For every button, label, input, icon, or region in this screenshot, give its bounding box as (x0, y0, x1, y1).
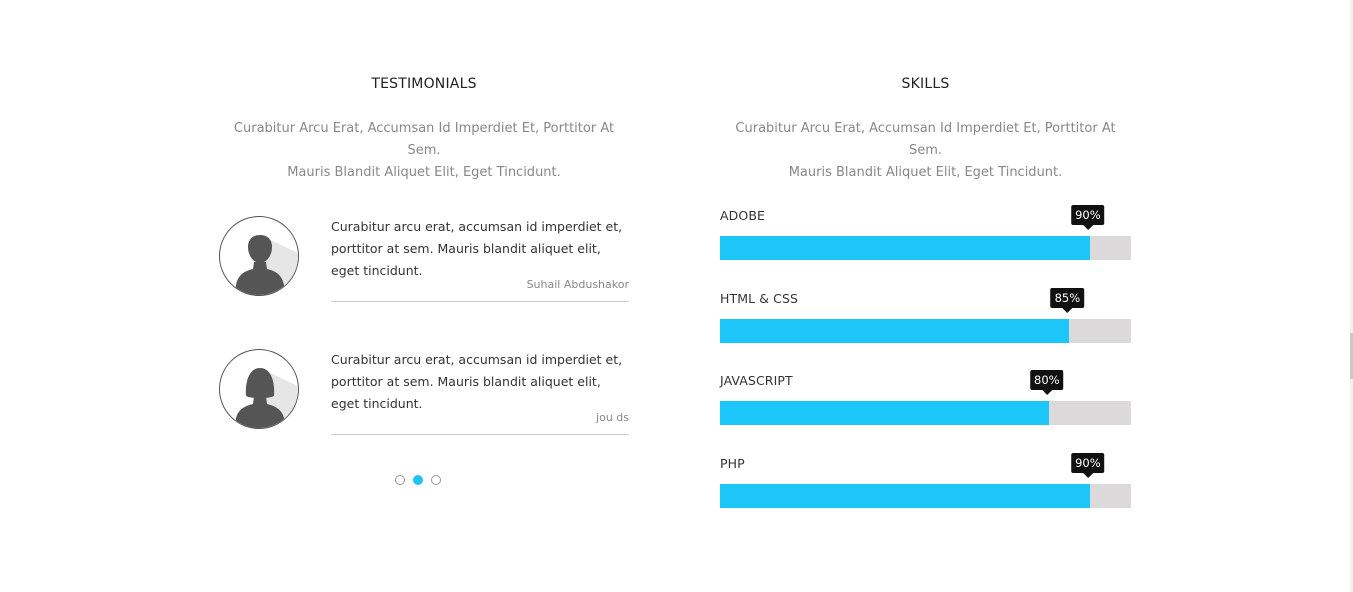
skill-progress-fill (720, 236, 1090, 260)
pagination-dot-1[interactable] (395, 475, 405, 485)
skill-label: HTML & CSS (720, 291, 799, 306)
skill-percent-badge: 90% (1071, 453, 1105, 478)
skill-percent-badge: 80% (1030, 370, 1064, 395)
testimonials-title: TESTIMONIALS (371, 76, 477, 92)
skill-progress-track (720, 236, 1131, 260)
testimonial-pagination (395, 475, 449, 485)
skills-description: Curabitur Arcu Erat, Accumsan Id Imperdi… (720, 118, 1131, 184)
skill-progress-fill (720, 484, 1090, 508)
page: TESTIMONIALS Curabitur Arcu Erat, Accums… (0, 0, 1353, 592)
pagination-dot-2[interactable] (413, 475, 423, 485)
female-user-icon (219, 349, 299, 429)
testimonial-divider (331, 301, 629, 302)
skills-description-line2: Mauris Blandit Aliquet Elit, Eget Tincid… (788, 165, 1063, 180)
testimonials-description: Curabitur Arcu Erat, Accumsan Id Imperdi… (219, 118, 629, 184)
skill-progress-track (720, 319, 1131, 343)
skill-progress-fill (720, 401, 1049, 425)
skill-label: ADOBE (720, 208, 765, 223)
male-user-icon (219, 216, 299, 296)
testimonial-author: jou ds (596, 411, 629, 424)
skill-label: JAVASCRIPT (720, 373, 793, 388)
skills-description-line1: Curabitur Arcu Erat, Accumsan Id Imperdi… (735, 121, 1116, 158)
skill-percent-badge: 90% (1071, 205, 1105, 230)
skill-item-html-css: HTML & CSS 85% (720, 288, 1131, 351)
skill-progress-track (720, 401, 1131, 425)
skill-item-adobe: ADOBE 90% (720, 205, 1131, 268)
skill-percent-badge: 85% (1050, 288, 1085, 313)
testimonial-item: Curabitur arcu erat, accumsan id imperdi… (219, 216, 629, 306)
skill-item-php: PHP 90% (720, 453, 1131, 516)
skills-title: SKILLS (901, 76, 950, 92)
skill-item-javascript: JAVASCRIPT 80% (720, 370, 1131, 433)
testimonial-item: Curabitur arcu erat, accumsan id imperdi… (219, 349, 629, 439)
testimonial-quote: Curabitur arcu erat, accumsan id imperdi… (331, 219, 623, 278)
testimonials-description-line1: Curabitur Arcu Erat, Accumsan Id Imperdi… (233, 121, 615, 158)
testimonial-divider (331, 434, 629, 435)
testimonial-author: Suhail Abdushakor (526, 278, 629, 291)
pagination-dot-3[interactable] (431, 475, 441, 485)
skill-progress-fill (720, 319, 1070, 343)
testimonial-quote: Curabitur arcu erat, accumsan id imperdi… (331, 352, 623, 411)
skill-label: PHP (720, 456, 745, 471)
skill-progress-track (720, 484, 1131, 508)
testimonials-description-line2: Mauris Blandit Aliquet Elit, Eget Tincid… (287, 165, 561, 180)
